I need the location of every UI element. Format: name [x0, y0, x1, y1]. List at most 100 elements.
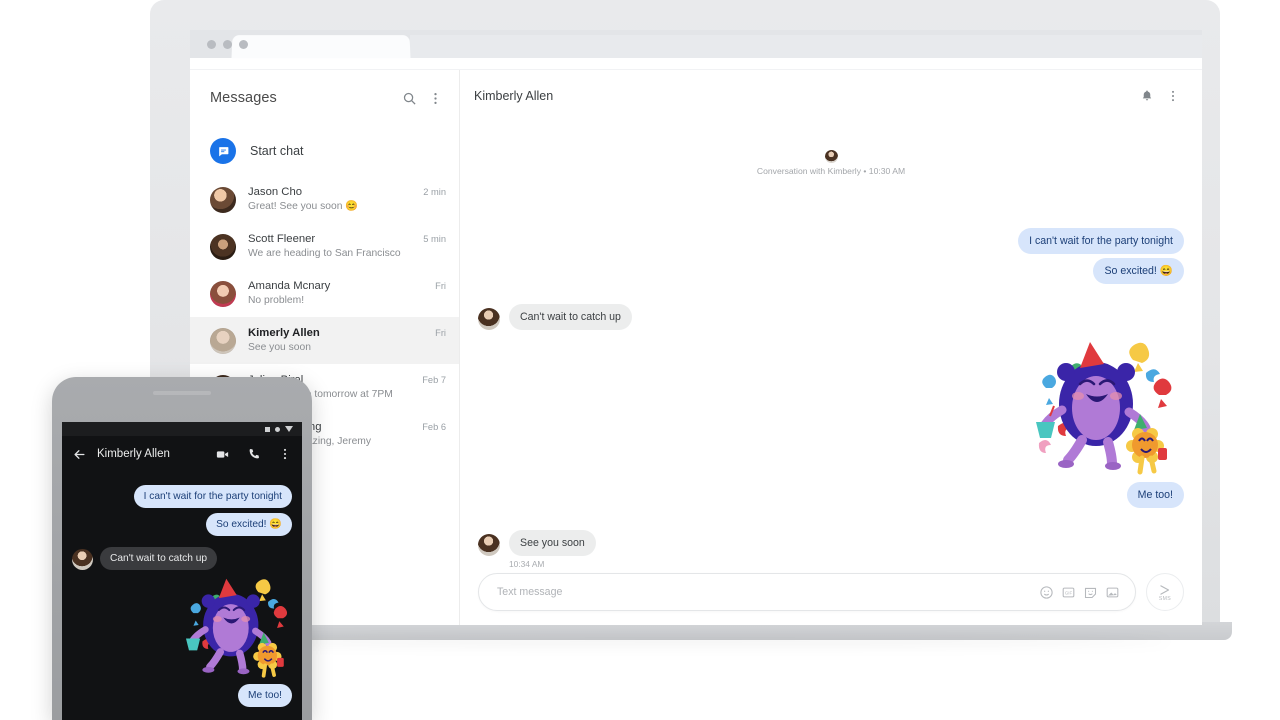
triangle-icon: [285, 426, 293, 432]
avatar: [478, 308, 500, 330]
contact-name: Jason Cho: [248, 186, 303, 198]
list-item[interactable]: Amanda Mcnary No problem! Fri: [190, 270, 460, 317]
avatar: [210, 280, 236, 307]
phone-screen: Kimberly Allen I can't wait for the part…: [62, 422, 302, 720]
messages-app: Messages Start chat Jason Cho Great! See…: [190, 70, 1202, 625]
message-row-sent: Me too!: [72, 684, 292, 707]
message-composer: GIF: [460, 573, 1202, 625]
phone-status-bar: [62, 422, 302, 436]
message-row-received: See you soon: [478, 530, 1184, 556]
list-item[interactable]: Jason Cho Great! See you soon 😊 2 min: [190, 176, 460, 223]
message-row-received: Can't wait to catch up: [478, 304, 1184, 330]
phone-message-thread: I can't wait for the party tonight So ex…: [62, 472, 302, 707]
square-icon: [265, 426, 270, 432]
message-snippet: No problem!: [248, 295, 305, 306]
avatar: [478, 534, 500, 556]
timestamp: 2 min: [423, 187, 446, 197]
chat-header: Kimberly Allen: [460, 70, 1202, 122]
message-snippet: See you soon: [248, 342, 311, 353]
message-row-received: Can't wait to catch up: [72, 547, 292, 570]
browser-tab[interactable]: [231, 35, 411, 59]
message-row-sent: I can't wait for the party tonight: [478, 228, 1184, 254]
window-controls[interactable]: [207, 40, 248, 49]
message-bubble[interactable]: I can't wait for the party tonight: [133, 485, 292, 508]
sticker-icon[interactable]: [1079, 581, 1101, 603]
timestamp: Fri: [435, 328, 446, 338]
svg-text:GIF: GIF: [1064, 590, 1072, 595]
minimize-dot[interactable]: [223, 40, 232, 49]
phone-mockup: Kimberly Allen I can't wait for the part…: [52, 377, 312, 720]
gif-icon[interactable]: GIF: [1057, 581, 1079, 603]
start-chat-label: Start chat: [250, 144, 304, 158]
message-bubble[interactable]: Me too!: [238, 684, 292, 707]
close-dot[interactable]: [207, 40, 216, 49]
message-snippet: Great! See you soon 😊: [248, 201, 359, 212]
avatar: [210, 327, 236, 354]
avatar: [72, 549, 93, 570]
timestamp: Feb 7: [422, 375, 446, 385]
screenshot-stage: Messages Start chat Jason Cho Great! See…: [0, 0, 1280, 720]
message-row-sent: So excited! 😄: [478, 258, 1184, 284]
phone-contact-name: Kimberly Allen: [97, 448, 170, 460]
start-chat-button[interactable]: Start chat: [190, 126, 460, 176]
timestamp: Feb 6: [422, 422, 446, 432]
sticker-row: [72, 574, 292, 682]
conversation-start-banner: Conversation with Kimberly • 10:30 AM: [478, 150, 1184, 176]
search-icon[interactable]: [396, 85, 422, 111]
avatar: [210, 186, 236, 213]
emoji-icon[interactable]: [1035, 581, 1057, 603]
composer-box[interactable]: GIF: [478, 573, 1136, 611]
browser-toolbar: [190, 58, 1202, 70]
send-mode-label: SMS: [1158, 595, 1172, 602]
more-vert-icon[interactable]: [1160, 83, 1186, 109]
timestamp: Fri: [435, 281, 446, 291]
message-bubble[interactable]: Can't wait to catch up: [100, 547, 218, 570]
message-row-sent: Me too!: [478, 482, 1184, 508]
party-monster-sticker[interactable]: [1028, 338, 1178, 478]
send-icon: [1160, 584, 1170, 595]
circle-icon: [275, 426, 280, 432]
phone-app-bar: Kimberly Allen: [62, 436, 302, 472]
chat-bubble-icon: [210, 138, 236, 164]
bell-icon[interactable]: [1134, 83, 1160, 109]
laptop-shadow: [210, 636, 1170, 646]
arrow-back-icon[interactable]: [72, 447, 87, 462]
avatar: [210, 233, 236, 260]
phone-speaker: [153, 391, 211, 395]
message-row-sent: I can't wait for the party tonight: [72, 485, 292, 508]
browser-chrome: [190, 30, 1202, 59]
browser-tabstrip: [410, 35, 1202, 58]
phone-icon[interactable]: [247, 447, 261, 461]
avatar: [824, 150, 838, 163]
videocam-icon[interactable]: [215, 447, 230, 462]
contact-name: Kimerly Allen: [248, 327, 320, 339]
send-button[interactable]: SMS: [1146, 573, 1184, 611]
laptop-screen: Messages Start chat Jason Cho Great! See…: [190, 30, 1202, 625]
message-bubble[interactable]: Me too!: [1126, 482, 1184, 508]
chat-panel: Kimberly Allen Conversation with Kimberl…: [460, 70, 1202, 625]
more-vert-icon[interactable]: [278, 447, 292, 461]
message-bubble[interactable]: So excited! 😄: [206, 513, 292, 536]
maximize-dot[interactable]: [239, 40, 248, 49]
chat-contact-name: Kimberly Allen: [474, 89, 554, 103]
list-item-selected[interactable]: Kimerly Allen See you soon Fri: [190, 317, 460, 364]
message-bubble[interactable]: See you soon: [509, 530, 596, 556]
message-bubble[interactable]: I can't wait for the party tonight: [1018, 228, 1184, 254]
sticker-row: [478, 338, 1184, 478]
more-vert-icon[interactable]: [422, 85, 448, 111]
message-input[interactable]: [497, 586, 1035, 598]
message-bubble[interactable]: Can't wait to catch up: [509, 304, 632, 330]
message-thread: Conversation with Kimberly • 10:30 AM I …: [460, 122, 1202, 573]
message-snippet: We are heading to San Francisco: [248, 248, 401, 259]
message-timestamp: 10:34 AM: [509, 559, 545, 569]
conversation-start-text: Conversation with Kimberly • 10:30 AM: [756, 166, 906, 176]
page-title: Messages: [210, 90, 277, 106]
party-monster-sticker[interactable]: [180, 574, 292, 682]
message-bubble[interactable]: So excited! 😄: [1093, 258, 1184, 284]
sidebar-header: Messages: [190, 70, 460, 126]
timestamp: 5 min: [423, 234, 446, 244]
message-row-sent: So excited! 😄: [72, 513, 292, 536]
contact-name: Scott Fleener: [248, 233, 316, 245]
list-item[interactable]: Scott Fleener We are heading to San Fran…: [190, 223, 460, 270]
image-icon[interactable]: [1101, 581, 1123, 603]
